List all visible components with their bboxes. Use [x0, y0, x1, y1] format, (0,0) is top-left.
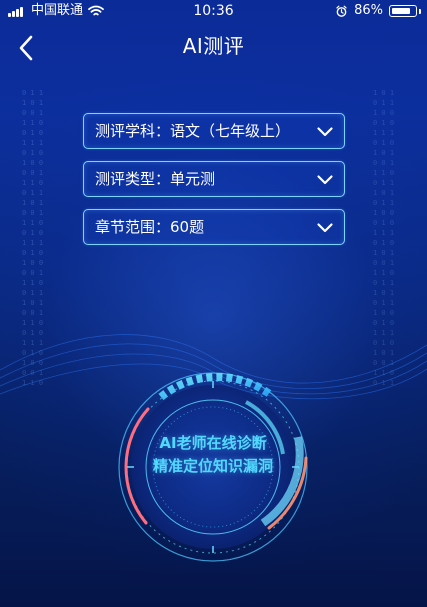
- battery-percent: 86%: [354, 3, 383, 18]
- header: AI测评: [0, 22, 427, 74]
- ai-assessment-screen: 中国联通 10:36 86% AI测评 0 1 11 0 10 0 1 1 1 …: [0, 0, 427, 607]
- alarm-icon: [336, 5, 347, 17]
- subject-label: 测评学科：语文（七年级上）: [95, 122, 291, 140]
- chapter-range-label: 章节范围：60题: [95, 218, 205, 236]
- diagnosis-line-1: AI老师在线诊断: [159, 434, 267, 452]
- status-bar: 中国联通 10:36 86%: [0, 0, 427, 22]
- assessment-type-label: 测评类型：单元测: [95, 170, 216, 188]
- battery-icon: [389, 5, 421, 17]
- diagnosis-line-2: 精准定位知识漏洞: [152, 457, 273, 475]
- diagnosis-text: AI老师在线诊断 精准定位知识漏洞: [103, 432, 323, 478]
- subject-select[interactable]: 测评学科：语文（七年级上）: [83, 113, 345, 149]
- chevron-down-icon: [317, 127, 333, 137]
- status-right: 86%: [335, 0, 421, 22]
- ai-diagnosis-circle[interactable]: AI老师在线诊断 精准定位知识漏洞: [103, 357, 323, 577]
- assessment-form: 测评学科：语文（七年级上） 测评类型：单元测 章节范围：60题: [83, 113, 345, 257]
- chevron-down-icon: [317, 223, 333, 233]
- assessment-type-select[interactable]: 测评类型：单元测: [83, 161, 345, 197]
- page-title: AI测评: [182, 34, 245, 58]
- chevron-down-icon: [317, 175, 333, 185]
- chapter-range-select[interactable]: 章节范围：60题: [83, 209, 345, 245]
